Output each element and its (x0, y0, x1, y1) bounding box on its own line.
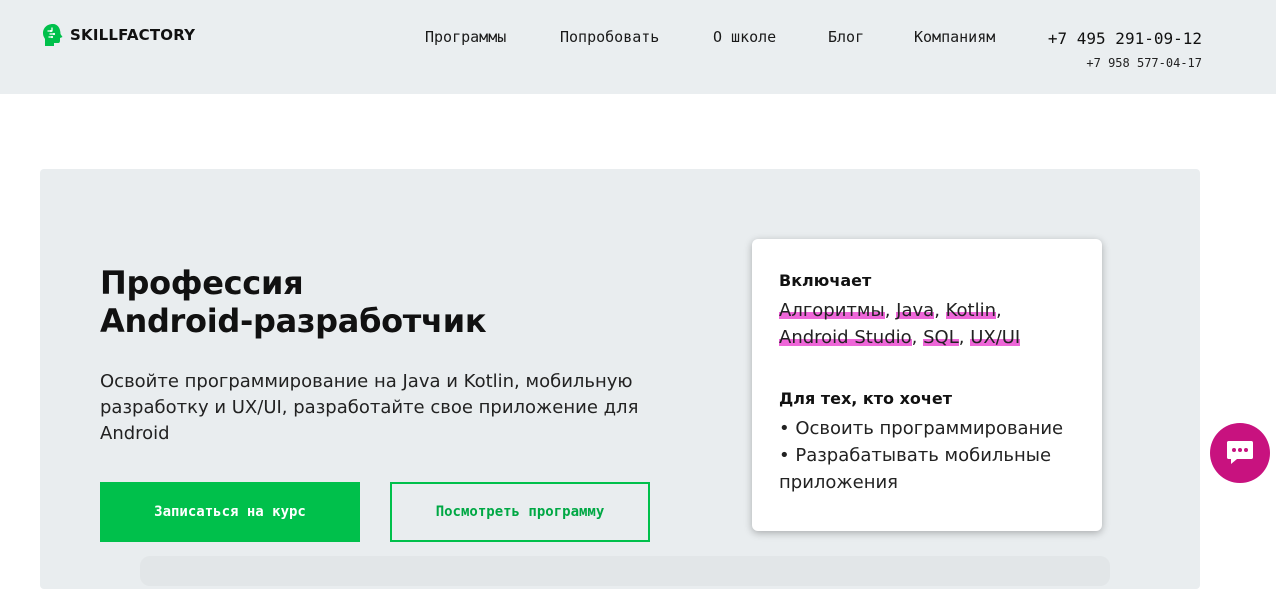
nav-companies[interactable]: Компаниям (914, 28, 995, 46)
list-item: • Разрабатывать мобильные приложения (779, 445, 1052, 493)
audience-list: • Освоить программирование • Разрабатыва… (779, 415, 1075, 496)
section-divider-shadow (140, 556, 1110, 586)
nav-programs[interactable]: Программы (425, 28, 506, 46)
phone-secondary[interactable]: +7 958 577-04-17 (1086, 56, 1202, 70)
skill-tag: Kotlin (945, 300, 997, 321)
skills-list: Алгоритмы, Java, Kotlin, Android Studio, … (779, 300, 1021, 348)
site-header: SKILLFACTORY Программы Попробовать О шко… (0, 0, 1276, 94)
chat-button[interactable] (1210, 423, 1270, 483)
nav-about[interactable]: О школе (713, 28, 776, 46)
course-info-card: Включает Алгоритмы, Java, Kotlin, Android… (752, 239, 1102, 531)
phone-main[interactable]: +7 495 291-09-12 (1048, 29, 1202, 48)
skill-tag: Android Studio (779, 327, 912, 348)
skill-tag: Алгоритмы (779, 300, 885, 321)
audience-heading: Для тех, кто хочет (779, 389, 953, 408)
page-title: Профессия Android-разработчик (100, 264, 487, 340)
enroll-button[interactable]: Записаться на курс (100, 482, 360, 542)
hero-description: Освойте программирование на Java и Kotli… (100, 371, 639, 444)
skill-tag: UX/UI (970, 327, 1021, 348)
skill-tag: SQL (923, 327, 959, 348)
logo-text: SKILLFACTORY (70, 26, 196, 44)
view-program-button[interactable]: Посмотреть программу (390, 482, 650, 542)
title-line-2: Android-разработчик (100, 302, 487, 340)
logo[interactable]: SKILLFACTORY (40, 22, 195, 48)
nav-try[interactable]: Попробовать (560, 28, 659, 46)
title-line-1: Профессия (100, 264, 304, 302)
skill-tag: Java (896, 300, 935, 321)
nav-blog[interactable]: Блог (828, 28, 864, 46)
brain-head-logo-icon (43, 24, 63, 46)
list-item: • Освоить программирование (779, 418, 1064, 439)
chat-bubble-icon (1227, 441, 1253, 464)
includes-heading: Включает (779, 271, 872, 290)
